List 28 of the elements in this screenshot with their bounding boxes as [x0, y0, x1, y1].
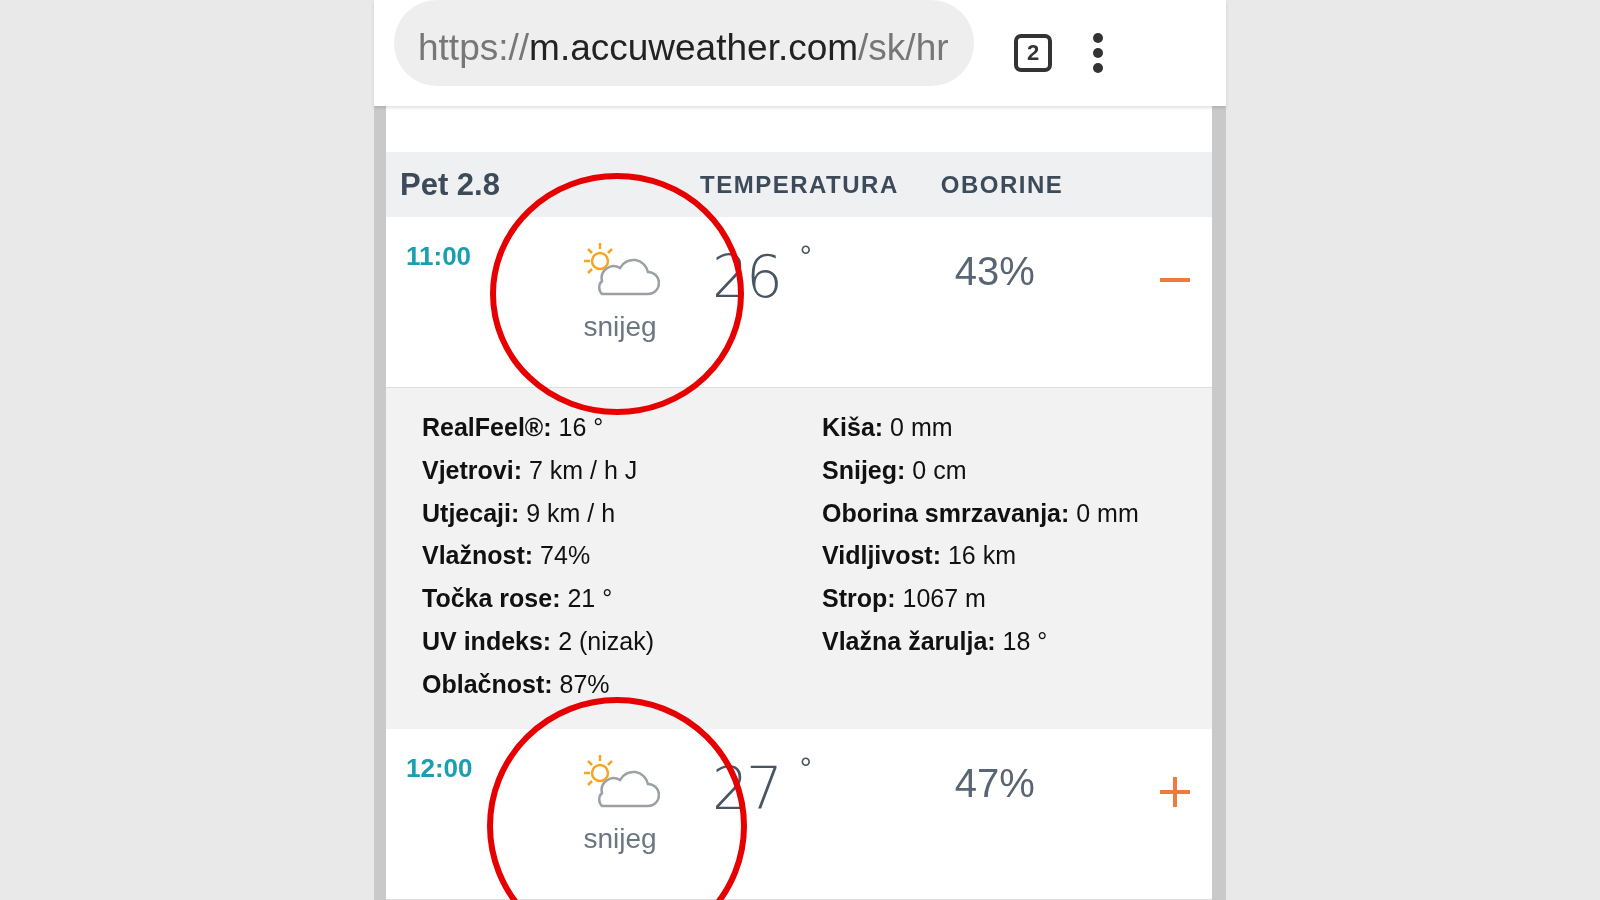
precipitation: 47%: [954, 761, 1036, 806]
column-header: TEMPERATURA: [700, 170, 899, 199]
detail-line: Utjecaji: 9 km / h: [422, 497, 617, 529]
condition-text: snijeg: [583, 823, 657, 855]
menu-icon[interactable]: [1092, 33, 1104, 73]
tab-count[interactable]: 2: [1014, 34, 1052, 72]
plus-icon[interactable]: [1157, 775, 1192, 809]
detail-line: Strop: 1067 m: [822, 583, 987, 615]
day-label: Pet 2.8: [400, 166, 501, 203]
condition-text: snijeg: [583, 311, 657, 343]
detail-line: UV indeks: 2 (nizak): [422, 626, 655, 657]
hour-time: 12:00: [406, 753, 474, 784]
column-header: OBORINE: [940, 170, 1064, 199]
detail-line: Kiša: 0 mm: [822, 412, 954, 443]
detail-line: Vlažna žarulja: 18 °: [822, 626, 1049, 657]
detail-line: Vlažnost: 74%: [422, 540, 592, 572]
precipitation: 43%: [954, 249, 1036, 294]
detail-line: Vjetrovi: 7 km / h J: [422, 454, 639, 486]
detail-line: Oblačnost: 87%: [422, 668, 611, 700]
url-field[interactable]: https://m.accuweather.com/sk/hr: [394, 0, 974, 86]
detail-line: Točka rose: 21 °: [422, 583, 614, 615]
detail-line: Vidljivost: 16 km: [822, 540, 1018, 572]
detail-line: Oborina smrzavanja: 0 mm: [822, 497, 1140, 529]
degree-sign: °: [799, 751, 813, 785]
degree-sign: °: [799, 239, 813, 273]
hour-time: 11:00: [406, 241, 473, 272]
detail-line: Snijeg: 0 cm: [822, 454, 968, 486]
detail-line: RealFeel®: 16 °: [422, 412, 605, 443]
